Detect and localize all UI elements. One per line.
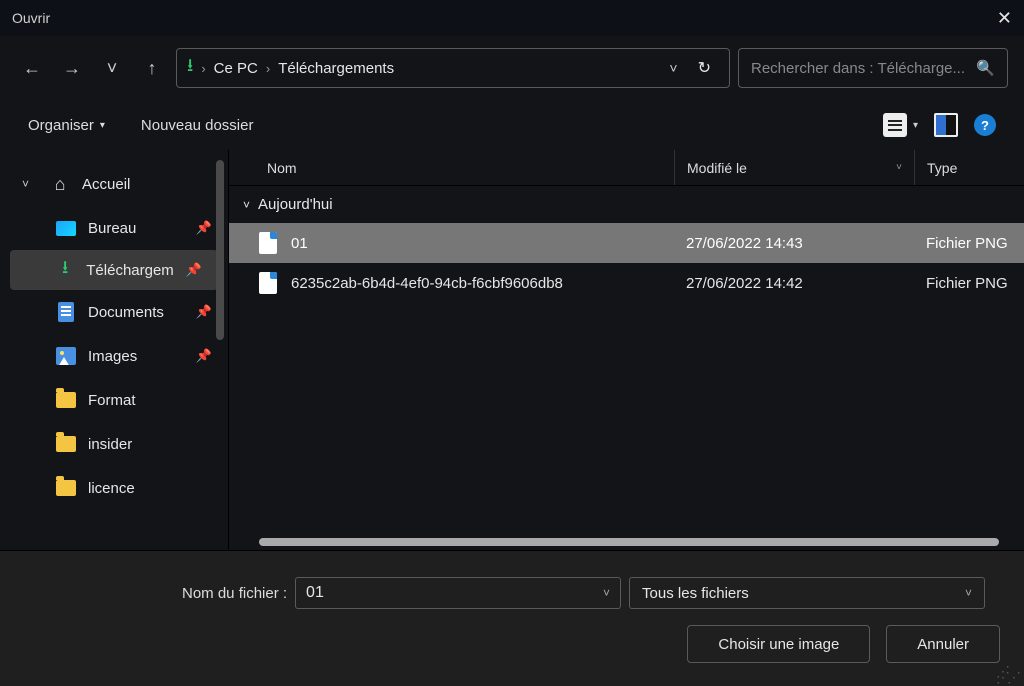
organize-label: Organiser bbox=[28, 117, 94, 134]
preview-pane-icon[interactable] bbox=[934, 113, 958, 137]
column-header-modified[interactable]: Modifié le ˅ bbox=[674, 150, 914, 185]
pin-icon: 📌 bbox=[196, 220, 212, 236]
navigation-bar: ← → ˅ ↑ ⭳ › Ce PC › Téléchargements ˅ ↻ … bbox=[0, 36, 1024, 100]
chevron-down-icon[interactable]: ▾ bbox=[913, 120, 918, 131]
sort-indicator-icon: ˅ bbox=[896, 162, 902, 173]
chevron-down-icon: ˅ bbox=[243, 198, 250, 212]
pin-icon: 📌 bbox=[186, 262, 202, 278]
filename-value: 01 bbox=[306, 584, 324, 602]
file-type: Fichier PNG bbox=[914, 235, 1024, 252]
file-list: Nom Modifié le ˅ Type ˅ Aujourd'hui 01 2… bbox=[228, 150, 1024, 550]
chevron-down-icon: ˅ bbox=[965, 586, 972, 600]
window-title: Ouvrir bbox=[12, 10, 50, 26]
titlebar: Ouvrir ✕ bbox=[0, 0, 1024, 36]
folder-icon bbox=[56, 480, 76, 496]
folder-icon bbox=[56, 392, 76, 408]
refresh-icon[interactable]: ↻ bbox=[698, 58, 711, 78]
sidebar-item-label: Bureau bbox=[88, 220, 136, 237]
dialog-footer: Nom du fichier : 01 ˅ Tous les fichiers … bbox=[0, 550, 1024, 686]
group-header[interactable]: ˅ Aujourd'hui bbox=[229, 186, 1024, 223]
sidebar-item-label: Téléchargem bbox=[86, 262, 174, 279]
sidebar-item-insider[interactable]: insider bbox=[0, 422, 228, 466]
column-header-name[interactable]: Nom bbox=[267, 160, 674, 176]
chevron-down-icon[interactable]: ˅ bbox=[603, 586, 610, 600]
file-modified: 27/06/2022 14:43 bbox=[674, 235, 914, 252]
back-button[interactable]: ← bbox=[16, 52, 48, 84]
pin-icon: 📌 bbox=[196, 304, 212, 320]
home-icon: ⌂ bbox=[50, 174, 70, 194]
sidebar-item-label: Format bbox=[88, 392, 136, 409]
view-list-icon[interactable] bbox=[883, 113, 907, 137]
chevron-down-icon: ▾ bbox=[100, 120, 105, 131]
address-bar[interactable]: ⭳ › Ce PC › Téléchargements ˅ ↻ bbox=[176, 48, 730, 88]
sidebar-item-desktop[interactable]: Bureau 📌 bbox=[0, 206, 228, 250]
search-input[interactable]: Rechercher dans : Télécharge... 🔍 bbox=[738, 48, 1008, 88]
search-placeholder: Rechercher dans : Télécharge... bbox=[751, 60, 965, 77]
help-icon[interactable]: ? bbox=[974, 114, 996, 136]
breadcrumb-current[interactable]: Téléchargements bbox=[278, 60, 394, 77]
recent-locations-button[interactable]: ˅ bbox=[96, 52, 128, 84]
sidebar-item-downloads[interactable]: ⭳ Téléchargem 📌 bbox=[10, 250, 218, 290]
new-folder-button[interactable]: Nouveau dossier bbox=[141, 117, 254, 134]
download-icon: ⭳ bbox=[56, 260, 74, 280]
sidebar-item-licence[interactable]: licence bbox=[0, 466, 228, 510]
organize-menu[interactable]: Organiser ▾ bbox=[28, 117, 105, 134]
file-type: Fichier PNG bbox=[914, 275, 1024, 292]
toolbar: Organiser ▾ Nouveau dossier ▾ ? bbox=[0, 100, 1024, 150]
chevron-down-icon: ˅ bbox=[22, 177, 38, 191]
document-icon bbox=[58, 302, 74, 322]
up-button[interactable]: ↑ bbox=[136, 52, 168, 84]
close-icon[interactable]: ✕ bbox=[997, 8, 1012, 29]
column-headers: Nom Modifié le ˅ Type bbox=[229, 150, 1024, 186]
sidebar-item-label: licence bbox=[88, 480, 135, 497]
sidebar-item-label: Images bbox=[88, 348, 137, 365]
file-row[interactable]: 01 27/06/2022 14:43 Fichier PNG bbox=[229, 223, 1024, 263]
breadcrumb-separator: › bbox=[266, 61, 270, 76]
sidebar-item-pictures[interactable]: Images 📌 bbox=[0, 334, 228, 378]
search-icon: 🔍 bbox=[976, 59, 995, 77]
horizontal-scrollbar[interactable] bbox=[259, 538, 999, 546]
sidebar-item-label: Accueil bbox=[82, 176, 130, 193]
resize-grip[interactable]: ⋰⋰⋰ bbox=[996, 668, 1018, 680]
pin-icon: 📌 bbox=[196, 348, 212, 364]
desktop-icon bbox=[56, 221, 76, 236]
file-modified: 27/06/2022 14:42 bbox=[674, 275, 914, 292]
folder-icon bbox=[56, 436, 76, 452]
downloads-pin-icon: ⭳ bbox=[187, 53, 193, 83]
sidebar-item-format[interactable]: Format bbox=[0, 378, 228, 422]
file-icon bbox=[259, 232, 277, 254]
sidebar-item-label: Documents bbox=[88, 304, 164, 321]
chevron-down-icon[interactable]: ˅ bbox=[669, 60, 677, 76]
sidebar-item-home[interactable]: ˅ ⌂ Accueil bbox=[0, 162, 228, 206]
filetype-value: Tous les fichiers bbox=[642, 585, 749, 602]
filetype-select[interactable]: Tous les fichiers ˅ bbox=[629, 577, 985, 609]
filename-label: Nom du fichier : bbox=[182, 585, 287, 602]
sidebar-item-label: insider bbox=[88, 436, 132, 453]
breadcrumb-root[interactable]: Ce PC bbox=[214, 60, 258, 77]
file-name: 6235c2ab-6b4d-4ef0-94cb-f6cbf9606db8 bbox=[291, 275, 674, 292]
file-name: 01 bbox=[291, 235, 674, 252]
group-label: Aujourd'hui bbox=[258, 196, 333, 213]
file-row[interactable]: 6235c2ab-6b4d-4ef0-94cb-f6cbf9606db8 27/… bbox=[229, 263, 1024, 303]
scrollbar[interactable] bbox=[216, 160, 224, 340]
sidebar: ˅ ⌂ Accueil Bureau 📌 ⭳ Téléchargem 📌 Doc… bbox=[0, 150, 228, 550]
sidebar-item-documents[interactable]: Documents 📌 bbox=[0, 290, 228, 334]
column-header-type[interactable]: Type bbox=[914, 150, 1024, 185]
breadcrumb-separator: › bbox=[201, 61, 205, 76]
filename-input[interactable]: 01 ˅ bbox=[295, 577, 621, 609]
open-button[interactable]: Choisir une image bbox=[687, 625, 870, 663]
file-icon bbox=[259, 272, 277, 294]
cancel-button[interactable]: Annuler bbox=[886, 625, 1000, 663]
pictures-icon bbox=[56, 347, 76, 365]
forward-button[interactable]: → bbox=[56, 52, 88, 84]
